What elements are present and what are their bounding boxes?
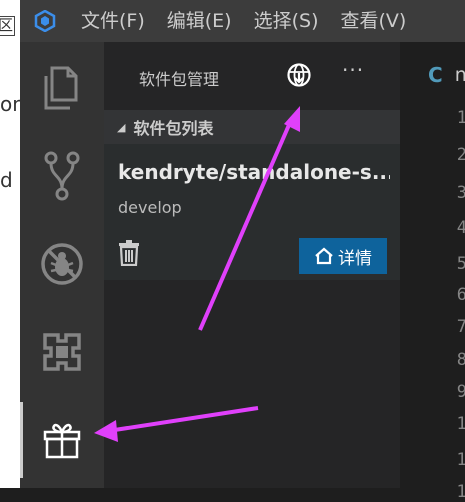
home-icon — [315, 247, 333, 265]
menu-selection[interactable]: 选择(S) — [243, 0, 330, 42]
line-number: 2 — [456, 145, 465, 165]
package-branch: develop — [118, 198, 182, 217]
line-number: 3 — [456, 183, 465, 203]
background-close-fragment: 区 — [0, 16, 15, 36]
background-window: 区 on d — [0, 0, 20, 488]
editor-area: C n 123456789101112 — [400, 42, 465, 502]
extensions-icon — [43, 333, 81, 371]
sidebar-title: 软件包管理 — [139, 70, 220, 89]
line-number: 1 — [456, 108, 465, 128]
gift-icon — [43, 423, 81, 459]
line-number: 11 — [456, 450, 465, 470]
menu-bar: 文件(F) 编辑(E) 选择(S) 查看(V) — [20, 0, 465, 42]
background-text-fragment: d — [0, 168, 13, 192]
sidebar-header: 软件包管理 ··· — [104, 42, 400, 108]
package-list-section-header[interactable]: ◢ 软件包列表 — [104, 110, 400, 144]
line-number: 12 — [456, 482, 465, 502]
activity-debug[interactable] — [20, 218, 104, 310]
background-text-fragment: on — [0, 92, 20, 116]
source-control-icon — [44, 151, 80, 201]
line-number: 10 — [456, 414, 465, 434]
activity-bar — [20, 42, 104, 488]
line-number: 9 — [456, 382, 465, 402]
activity-explorer[interactable] — [20, 42, 104, 134]
menu-view[interactable]: 查看(V) — [330, 0, 418, 42]
activity-extensions[interactable] — [20, 306, 104, 398]
files-icon — [44, 66, 78, 110]
menu-file[interactable]: 文件(F) — [70, 0, 156, 42]
menu-edit[interactable]: 编辑(E) — [156, 0, 243, 42]
package-manager-sidebar: 软件包管理 ··· ◢ 软件包列表 kendryte/standalone-s.… — [104, 42, 400, 488]
no-debug-icon — [41, 243, 83, 285]
app-logo-icon[interactable] — [20, 0, 70, 42]
line-number: 6 — [456, 285, 465, 305]
line-number: 4 — [456, 218, 465, 238]
line-number: 8 — [456, 350, 465, 370]
editor-tabs: C n — [400, 42, 465, 108]
package-list-label: 软件包列表 — [133, 119, 214, 138]
trash-icon[interactable] — [118, 240, 142, 266]
editor-tab[interactable]: C n — [400, 42, 465, 108]
globe-download-icon[interactable] — [286, 62, 312, 88]
line-number: 7 — [456, 317, 465, 337]
activity-source-control[interactable] — [20, 130, 104, 222]
package-name: kendryte/standalone-s... — [118, 160, 390, 184]
more-actions-icon[interactable]: ··· — [342, 58, 364, 82]
details-label: 详情 — [338, 248, 372, 269]
package-list-item[interactable]: kendryte/standalone-s... develop 详情 — [104, 144, 400, 280]
editor-tab-label: n — [454, 64, 465, 86]
activity-packages[interactable] — [20, 394, 104, 486]
c-file-icon: C — [428, 63, 443, 87]
details-button[interactable]: 详情 — [299, 238, 387, 274]
line-number: 5 — [456, 254, 465, 274]
chevron-down-icon: ◢ — [117, 120, 126, 134]
